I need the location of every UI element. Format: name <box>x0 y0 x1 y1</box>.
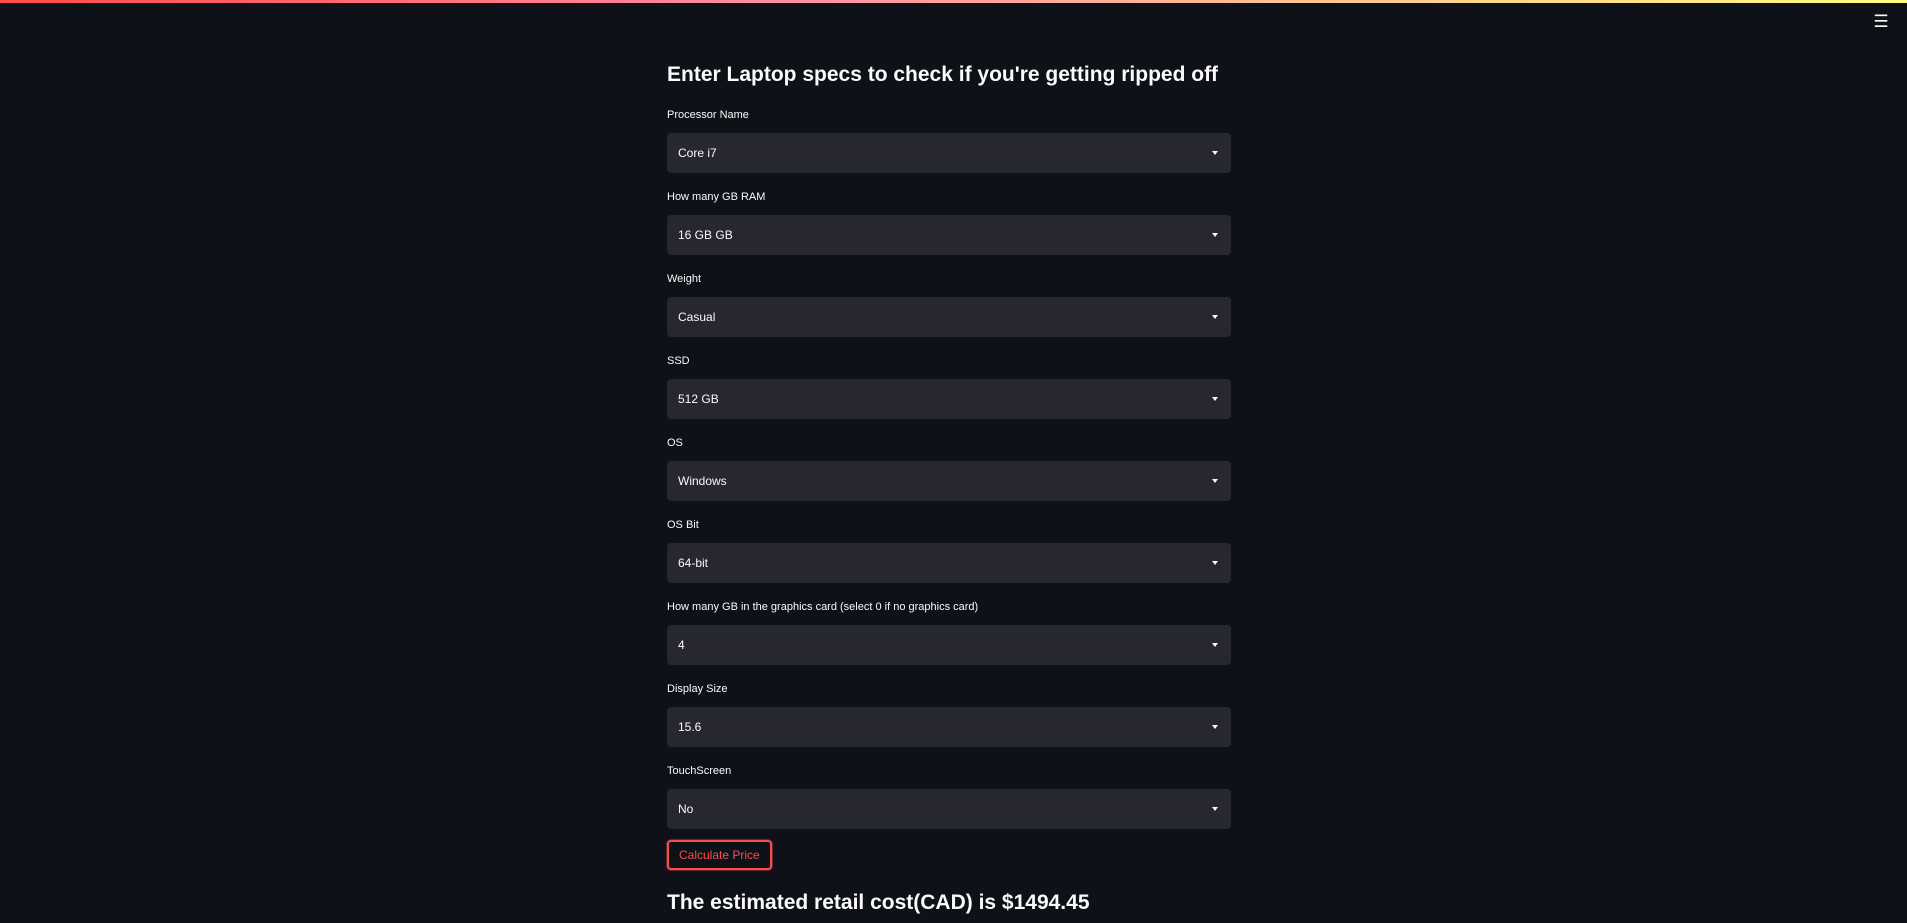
chevron-down-icon <box>1212 233 1218 237</box>
page-title: Enter Laptop specs to check if you're ge… <box>667 63 1219 86</box>
field-ram: How many GB RAM 16 GB GB <box>667 190 1231 255</box>
chevron-down-icon <box>1212 643 1218 647</box>
touchscreen-select[interactable]: No <box>667 789 1231 829</box>
select-value: Windows <box>678 474 727 488</box>
chevron-down-icon <box>1212 807 1218 811</box>
chevron-down-icon <box>1212 315 1218 319</box>
select-value: Core i7 <box>678 146 717 160</box>
field-label: TouchScreen <box>667 765 732 777</box>
chevron-down-icon <box>1212 479 1218 483</box>
field-display-size: Display Size 15.6 <box>667 682 1231 747</box>
processor-select[interactable]: Core i7 <box>667 133 1231 173</box>
field-label: SSD <box>667 355 690 367</box>
top-decoration-bar <box>0 0 1907 3</box>
hamburger-menu-icon[interactable]: ☰ <box>1869 10 1893 34</box>
field-label: How many GB RAM <box>667 191 766 203</box>
select-value: 16 GB GB <box>678 228 733 242</box>
estimated-cost-result: The estimated retail cost(CAD) is $1494.… <box>667 891 1090 914</box>
graphics-card-select[interactable]: 4 <box>667 625 1231 665</box>
select-value: 64-bit <box>678 556 709 570</box>
ram-select[interactable]: 16 GB GB <box>667 215 1231 255</box>
os-bit-select[interactable]: 64-bit <box>667 543 1231 583</box>
select-value: No <box>678 802 694 816</box>
field-touchscreen: TouchScreen No <box>667 764 1231 829</box>
select-value: 4 <box>678 638 685 652</box>
os-select[interactable]: Windows <box>667 461 1231 501</box>
select-value: 512 GB <box>678 392 719 406</box>
field-os: OS Windows <box>667 436 1231 501</box>
main-content: Enter Laptop specs to check if you're ge… <box>667 58 1231 918</box>
field-label: Processor Name <box>667 109 749 121</box>
field-graphics-card: How many GB in the graphics card (select… <box>667 600 1231 665</box>
ssd-select[interactable]: 512 GB <box>667 379 1231 419</box>
chevron-down-icon <box>1212 725 1218 729</box>
chevron-down-icon <box>1212 561 1218 565</box>
chevron-down-icon <box>1212 397 1218 401</box>
field-label: Weight <box>667 273 702 285</box>
field-label: Display Size <box>667 683 728 695</box>
field-weight: Weight Casual <box>667 272 1231 337</box>
select-value: Casual <box>678 310 716 324</box>
field-ssd: SSD 512 GB <box>667 354 1231 419</box>
select-value: 15.6 <box>678 720 702 734</box>
display-size-select[interactable]: 15.6 <box>667 707 1231 747</box>
field-label: OS <box>667 437 683 449</box>
field-processor-name: Processor Name Core i7 <box>667 108 1231 173</box>
field-label: How many GB in the graphics card (select… <box>667 601 979 613</box>
weight-select[interactable]: Casual <box>667 297 1231 337</box>
field-label: OS Bit <box>667 519 699 531</box>
chevron-down-icon <box>1212 151 1218 155</box>
field-os-bit: OS Bit 64-bit <box>667 518 1231 583</box>
calculate-price-button[interactable]: Calculate Price <box>667 840 772 870</box>
